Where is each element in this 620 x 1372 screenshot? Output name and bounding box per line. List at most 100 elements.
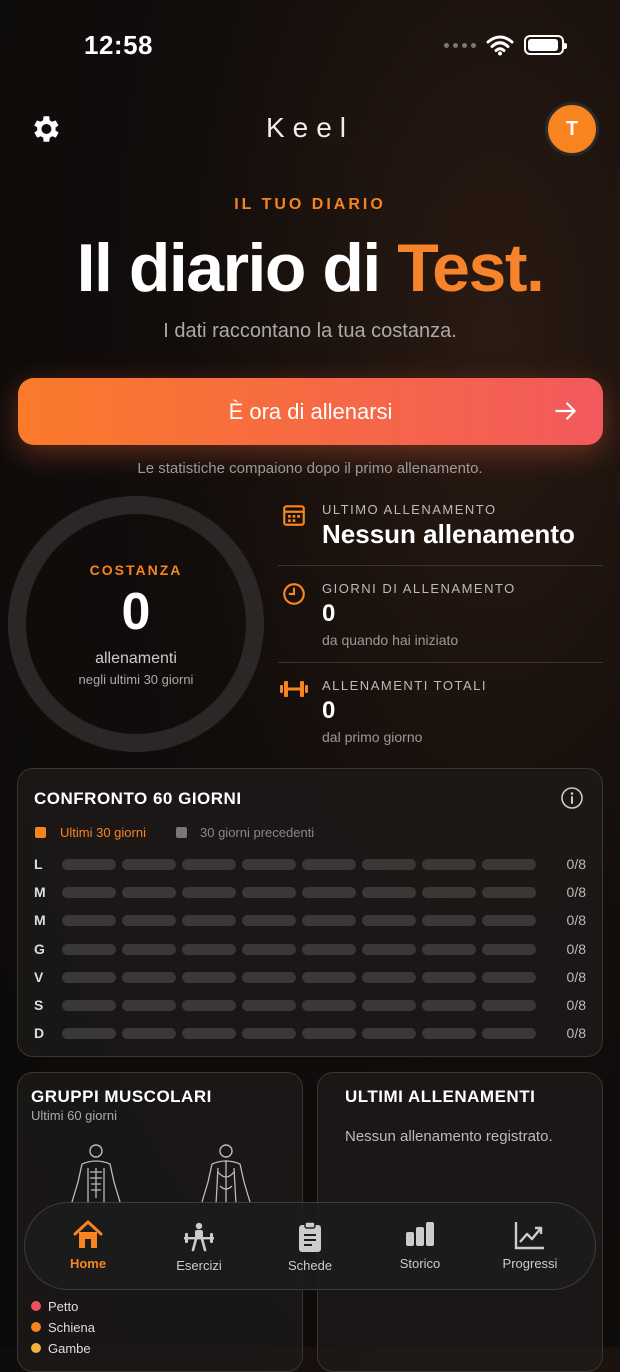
tab-home[interactable]: Home — [38, 1218, 138, 1271]
day-slot — [242, 1028, 296, 1040]
day-slot — [302, 859, 356, 870]
clipboard-icon — [299, 1221, 321, 1252]
day-slot — [62, 859, 116, 870]
day-slot — [422, 1028, 476, 1040]
day-slot — [182, 887, 236, 899]
day-slot — [482, 915, 536, 927]
muscle-groups-subtitle: Ultimi 60 giorni — [31, 1108, 117, 1123]
legend-current-label: Ultimi 30 giorni — [60, 825, 146, 840]
stats-note: Le statistiche compaiono dopo il primo a… — [137, 460, 483, 477]
hero-kicker: IL TUO DIARIO — [234, 196, 386, 213]
day-slot — [182, 859, 236, 870]
app-brand: Keel — [265, 112, 355, 143]
day-slot — [182, 971, 236, 983]
tab-exercises[interactable]: Esercizi — [149, 1218, 249, 1273]
muscle-label: Petto — [48, 1299, 79, 1314]
stat-training-days-caption: da quando hai iniziato — [322, 632, 459, 648]
day-slot — [422, 887, 476, 899]
day-slot — [362, 943, 416, 955]
calendar-icon — [283, 505, 305, 526]
day-slot — [182, 1000, 236, 1011]
stat-total-workouts-label: ALLENAMENTI TOTALI — [322, 678, 487, 693]
day-slot — [482, 1028, 536, 1040]
day-slot — [122, 971, 176, 983]
tab-exercises-label: Esercizi — [176, 1258, 222, 1273]
day-slot — [242, 971, 296, 983]
muscle-dot — [31, 1322, 41, 1332]
start-workout-button[interactable]: È ora di allenarsi — [18, 378, 603, 445]
consistency-label: COSTANZA — [89, 562, 183, 578]
stat-total-workouts-value: 0 — [322, 697, 336, 724]
info-icon[interactable] — [560, 786, 584, 810]
day-slot — [362, 915, 416, 927]
wifi-icon — [486, 35, 514, 56]
day-slot — [242, 859, 296, 870]
battery-icon — [524, 35, 567, 55]
progress-icon — [514, 1222, 544, 1250]
history-icon — [406, 1222, 434, 1246]
day-slot — [302, 1000, 356, 1011]
row-day-label: V — [34, 968, 44, 985]
day-slot — [302, 1028, 356, 1040]
row-day-label: M — [34, 912, 46, 929]
day-slot — [62, 943, 116, 955]
day-slot — [242, 887, 296, 899]
day-slot — [182, 943, 236, 955]
day-slot — [302, 915, 356, 927]
day-slot — [422, 971, 476, 983]
day-slot — [62, 1028, 116, 1040]
row-track — [62, 915, 536, 927]
tab-plans[interactable]: Schede — [260, 1218, 360, 1273]
day-slot — [242, 943, 296, 955]
day-slot — [122, 1028, 176, 1040]
avatar[interactable]: T — [545, 102, 599, 156]
row-value: 0/8 — [566, 856, 586, 872]
status-time: 12:58 — [84, 30, 153, 60]
day-slot — [482, 943, 536, 955]
legend-current-swatch — [35, 827, 46, 838]
tab-history[interactable]: Storico — [370, 1218, 470, 1271]
row-value: 0/8 — [566, 997, 586, 1013]
day-slot — [482, 887, 536, 899]
tab-plans-label: Schede — [287, 1258, 333, 1273]
body-back-icon — [201, 1144, 251, 1205]
day-slot — [62, 1000, 116, 1011]
compare-card — [17, 768, 603, 1057]
legend-previous-label: 30 giorni precedenti — [200, 825, 315, 840]
day-slot — [122, 915, 176, 927]
row-track — [62, 859, 536, 870]
divider — [278, 565, 603, 566]
consistency-caption: negli ultimi 30 giorni — [78, 672, 194, 687]
body-front-icon — [71, 1144, 121, 1204]
row-track — [62, 943, 536, 955]
page-title: Il diario di Test. — [0, 228, 620, 308]
day-slot — [422, 859, 476, 870]
row-value: 0/8 — [566, 968, 586, 985]
row-track — [62, 1000, 536, 1011]
day-slot — [62, 887, 116, 899]
row-track — [62, 887, 536, 899]
row-track — [62, 971, 536, 983]
day-slot — [422, 915, 476, 927]
row-value: 0/8 — [566, 912, 586, 929]
muscle-label: Gambe — [48, 1341, 91, 1356]
row-day-label: M — [34, 884, 46, 901]
day-slot — [122, 1000, 176, 1011]
muscle-dot — [31, 1343, 41, 1353]
day-slot — [122, 859, 176, 870]
row-value: 0/8 — [566, 1025, 586, 1042]
row-track — [62, 1028, 536, 1040]
row-day-label: G — [34, 940, 45, 957]
stat-total-workouts-caption: dal primo giorno — [322, 729, 423, 745]
tab-progress[interactable]: Progressi — [480, 1218, 580, 1271]
arrow-right-icon — [555, 402, 576, 420]
title-accent: Test. — [397, 230, 545, 306]
title-prefix: Il diario di — [76, 230, 398, 306]
consistency-unit: allenamenti — [95, 650, 177, 667]
day-slot — [302, 971, 356, 983]
tab-history-label: Storico — [399, 1256, 441, 1271]
row-day-label: L — [34, 856, 43, 872]
stat-last-workout-label: ULTIMO ALLENAMENTO — [322, 502, 497, 517]
tab-progress-label: Progressi — [502, 1256, 558, 1271]
day-slot — [242, 1000, 296, 1011]
